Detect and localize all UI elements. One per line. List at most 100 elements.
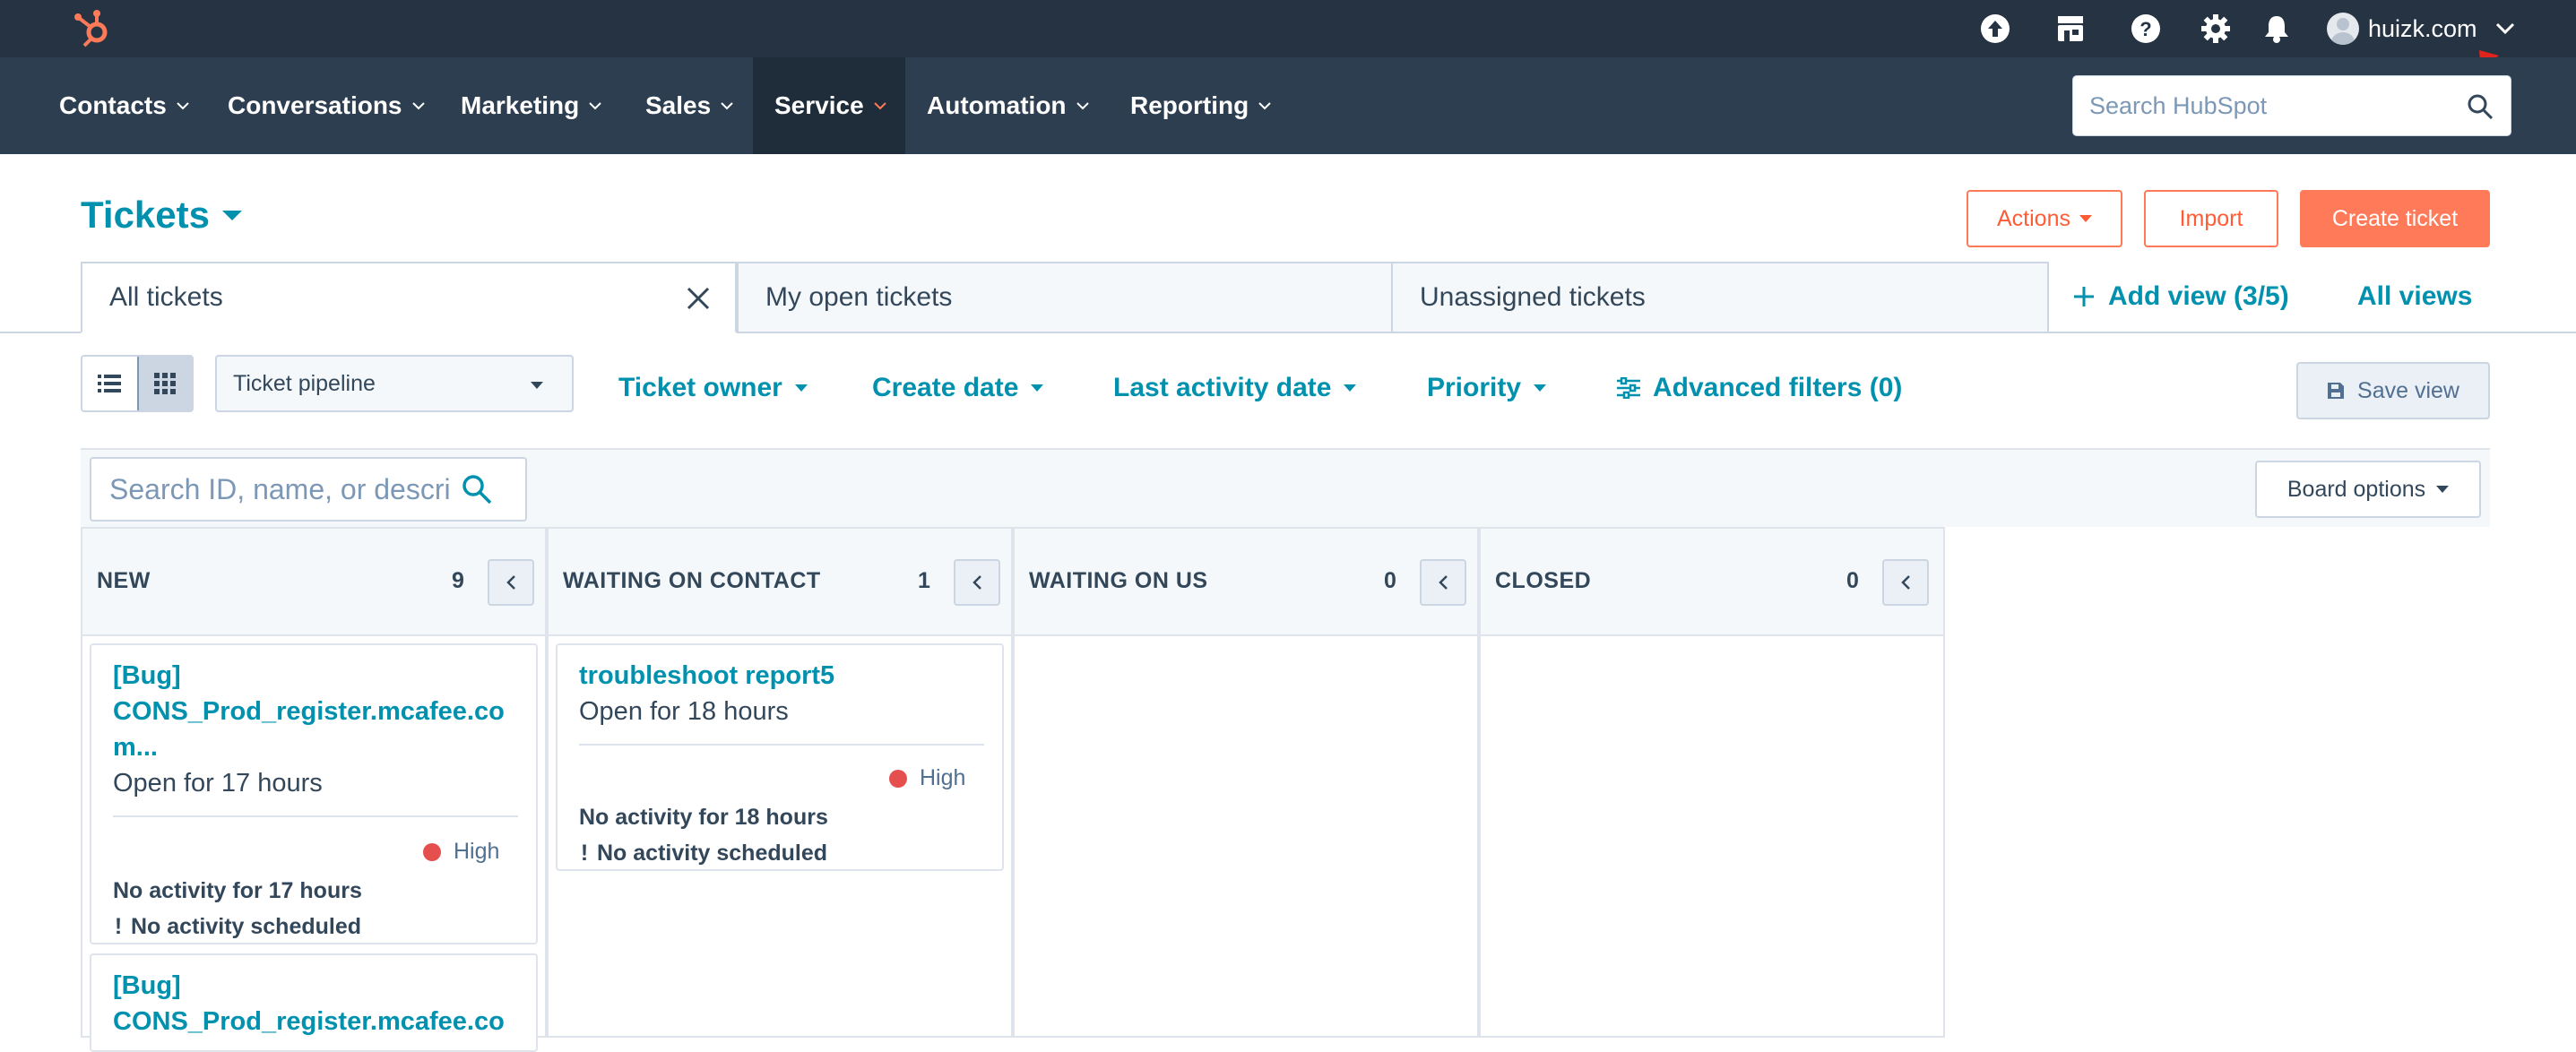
nav-automation[interactable]: Automation [927, 57, 1090, 154]
tab-all-tickets[interactable]: All tickets [81, 262, 737, 333]
import-button[interactable]: Import [2144, 190, 2278, 247]
nav-conversations[interactable]: Conversations [228, 57, 426, 154]
create-ticket-button[interactable]: Create ticket [2300, 190, 2490, 247]
global-search-input[interactable] [2089, 91, 2448, 120]
avatar [2327, 13, 2359, 45]
priority-badge: High [423, 839, 499, 865]
chevron-down-icon [2495, 22, 2514, 35]
account-name: huizk.com [2368, 14, 2477, 42]
add-view-link[interactable]: Add view (3/5) [2072, 281, 2289, 312]
tab-my-open-tickets[interactable]: My open tickets [737, 262, 1393, 333]
alert-icon: ! [114, 914, 123, 939]
alert-icon: ! [580, 841, 589, 866]
column-name: WAITING ON CONTACT [563, 568, 821, 593]
caret-down-icon [794, 384, 808, 392]
board-options-button[interactable]: Board options [2255, 461, 2481, 518]
marketplace-icon[interactable] [2054, 13, 2087, 45]
chevron-down-icon [721, 102, 733, 110]
chevron-down-icon [411, 102, 425, 110]
account-menu[interactable]: huizk.com [2327, 9, 2515, 48]
caret-down-icon [2436, 486, 2450, 493]
column-header: CLOSED 0 [1481, 529, 1943, 636]
board-column-closed: CLOSED 0 [1479, 527, 1945, 1038]
column-count: 0 [1846, 568, 1859, 593]
priority-dot-icon [889, 769, 907, 788]
priority-filter[interactable]: Priority [1427, 373, 1547, 403]
caret-down-icon [531, 382, 543, 389]
chevron-down-icon [1076, 102, 1089, 110]
ticket-card[interactable]: [Bug] CONS_Prod_register.mcafee.co m... … [90, 643, 538, 944]
global-search [2072, 75, 2511, 136]
column-header: NEW 9 [82, 529, 545, 636]
nav-service[interactable]: Service [753, 57, 905, 154]
help-icon[interactable]: ? [2130, 13, 2162, 45]
priority-dot-icon [423, 842, 441, 861]
advanced-filters-button[interactable]: Advanced filters (0) [1617, 373, 1902, 403]
page-title[interactable]: Tickets [81, 194, 242, 237]
ticket-title[interactable]: troubleshoot report5 [579, 658, 834, 694]
column-header: WAITING ON CONTACT 1 [549, 529, 1011, 636]
chevron-down-icon [873, 102, 886, 110]
notifications-icon[interactable] [2260, 13, 2293, 45]
list-view-button[interactable] [82, 357, 137, 410]
board-column-waiting-on-contact: WAITING ON CONTACT 1 troubleshoot report… [547, 527, 1013, 1038]
column-name: CLOSED [1495, 568, 1592, 593]
collapse-column-button[interactable] [954, 559, 1000, 606]
chevron-left-icon [972, 575, 981, 590]
scheduled-activity: ! No activity scheduled [114, 914, 362, 939]
nav-sales[interactable]: Sales [645, 57, 734, 154]
create-date-filter[interactable]: Create date [872, 373, 1044, 403]
pipeline-select[interactable]: Ticket pipeline [215, 355, 574, 412]
nav-marketing[interactable]: Marketing [461, 57, 602, 154]
actions-button[interactable]: Actions [1967, 190, 2122, 247]
board-search [90, 457, 527, 522]
search-icon[interactable] [2466, 92, 2494, 121]
plus-icon [2074, 287, 2094, 306]
chevron-left-icon [506, 575, 515, 590]
last-activity-date-filter[interactable]: Last activity date [1113, 373, 1357, 403]
card-divider [579, 744, 984, 746]
nav-contacts[interactable]: Contacts [59, 57, 190, 154]
board-column-waiting-on-us: WAITING ON US 0 [1013, 527, 1479, 1038]
close-icon[interactable] [685, 285, 712, 312]
collapse-column-button[interactable] [1420, 559, 1466, 606]
grid-icon [154, 373, 177, 394]
board-column-new: NEW 9 [Bug] CONS_Prod_register.mcafee.co… [81, 527, 547, 1052]
caret-down-icon [1344, 384, 1357, 392]
ticket-title[interactable]: [Bug] CONS_Prod_register.mcafee.co [113, 968, 505, 1039]
ticket-title[interactable]: [Bug] CONS_Prod_register.mcafee.co m... [113, 658, 505, 765]
board-search-input[interactable] [109, 472, 450, 506]
hubspot-logo-icon[interactable] [73, 7, 115, 50]
ticket-open-duration: Open for 18 hours [579, 697, 789, 726]
board-view-button[interactable] [136, 357, 192, 410]
caret-down-icon [222, 210, 242, 220]
caret-down-icon [2079, 215, 2092, 222]
column-name: NEW [97, 568, 151, 593]
chevron-left-icon [1439, 575, 1448, 590]
upgrade-icon[interactable] [1979, 13, 2011, 45]
column-count: 0 [1384, 568, 1396, 593]
ticket-card[interactable]: troubleshoot report5 Open for 18 hours H… [556, 643, 1004, 871]
last-activity-text: No activity for 17 hours [113, 878, 362, 903]
top-bar: ? huizk.com [0, 0, 2576, 57]
collapse-column-button[interactable] [488, 559, 534, 606]
chevron-down-icon [177, 102, 189, 110]
save-view-button[interactable]: Save view [2296, 362, 2490, 419]
tab-unassigned-tickets[interactable]: Unassigned tickets [1391, 262, 2049, 333]
chevron-left-icon [1901, 575, 1910, 590]
save-icon [2328, 383, 2345, 399]
view-toggle [81, 355, 194, 412]
svg-text:?: ? [2139, 18, 2151, 40]
ticket-owner-filter[interactable]: Ticket owner [618, 373, 808, 403]
column-count: 1 [918, 568, 930, 593]
search-icon[interactable] [461, 473, 493, 505]
column-count: 9 [452, 568, 464, 593]
last-activity-text: No activity for 18 hours [579, 805, 828, 830]
collapse-column-button[interactable] [1882, 559, 1929, 606]
nav-reporting[interactable]: Reporting [1130, 57, 1272, 154]
caret-down-icon [1031, 384, 1044, 392]
settings-icon[interactable] [2200, 13, 2232, 45]
chevron-down-icon [589, 102, 601, 110]
all-views-link[interactable]: All views [2357, 281, 2472, 312]
card-divider [113, 815, 518, 817]
